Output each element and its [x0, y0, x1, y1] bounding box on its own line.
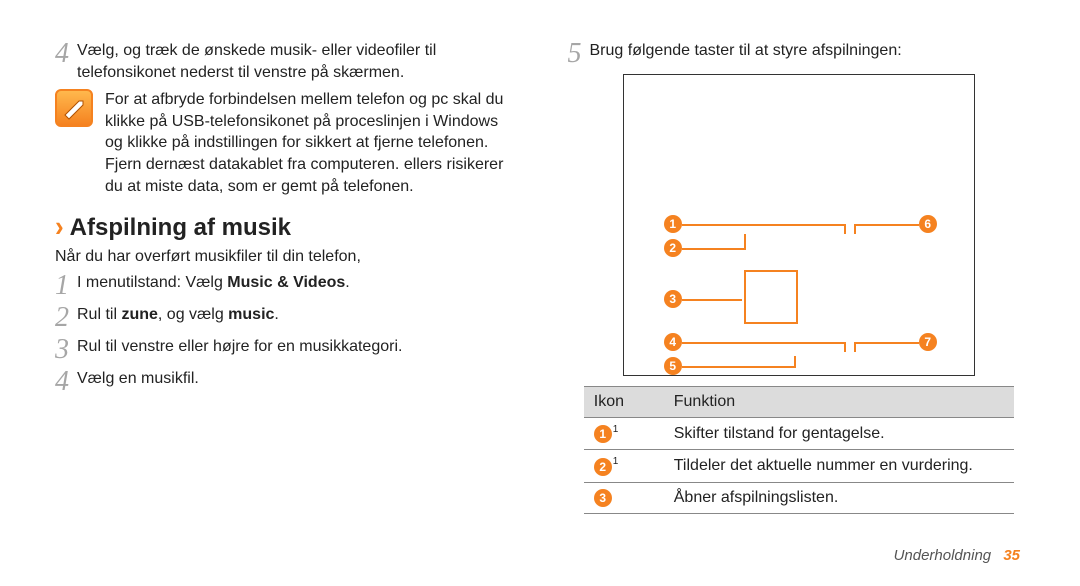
- callout-7: 7: [919, 333, 937, 351]
- leader-1: [682, 224, 844, 226]
- t: zune: [121, 306, 157, 323]
- callout-3: 3: [664, 290, 682, 308]
- t: .: [345, 274, 349, 291]
- t: Music & Videos: [227, 274, 345, 291]
- leader-6: [854, 224, 919, 226]
- t: Rul til: [77, 306, 121, 323]
- footnote-1a: 1: [613, 424, 619, 435]
- leader-3: [682, 299, 742, 301]
- th-icon: Ikon: [584, 387, 664, 418]
- footnote-1b: 1: [613, 456, 619, 467]
- cell-icon-1: 11: [584, 418, 664, 450]
- icon-function-table: Ikon Funktion 11 Skifter tilstand for ge…: [584, 386, 1014, 514]
- page-footer: Underholdning 35: [894, 547, 1020, 564]
- step-number-1: 1: [55, 272, 77, 300]
- cell-icon-3: 3: [584, 482, 664, 513]
- step-4-row: 4 Vælg, og træk de ønskede musik- eller …: [55, 40, 518, 83]
- diagram-wrap: 1 2 3 4 5 6 7: [568, 74, 1031, 376]
- leader-4: [682, 342, 844, 344]
- cell-func-1: Skifter tilstand for gentagelse.: [664, 418, 1014, 450]
- leader-7: [854, 342, 919, 344]
- step-2-row: 2 Rul til zune, og vælg music.: [55, 304, 518, 332]
- step-3-row: 3 Rul til venstre eller højre for en mus…: [55, 336, 518, 364]
- step-1-text: I menutilstand: Vælg Music & Videos.: [77, 272, 518, 294]
- step-number-2: 2: [55, 304, 77, 332]
- leader-6v: [854, 224, 856, 234]
- left-column: 4 Vælg, og træk de ønskede musik- eller …: [55, 40, 518, 514]
- player-diagram: 1 2 3 4 5 6 7: [623, 74, 975, 376]
- t: .: [274, 306, 278, 323]
- cell-func-2: Tildeler det aktuelle nummer en vurderin…: [664, 450, 1014, 482]
- leader-1v: [844, 224, 846, 234]
- art-box: [744, 270, 798, 324]
- step-3-text: Rul til venstre eller højre for en musik…: [77, 336, 518, 358]
- cell-func-3: Åbner afspilningslisten.: [664, 482, 1014, 513]
- step-4b-text: Vælg en musikfil.: [77, 368, 518, 390]
- callout-5: 5: [664, 357, 682, 375]
- table-row: 11 Skifter tilstand for gentagelse.: [584, 418, 1014, 450]
- section-header: › Afspilning af musik: [55, 211, 518, 242]
- footer-page-number: 35: [1003, 547, 1020, 564]
- step-number-4: 4: [55, 40, 77, 68]
- badge-1: 1: [594, 425, 612, 443]
- table-row: 21 Tildeler det aktuelle nummer en vurde…: [584, 450, 1014, 482]
- callout-4: 4: [664, 333, 682, 351]
- leader-2v: [744, 234, 746, 250]
- step-4b-row: 4 Vælg en musikfil.: [55, 368, 518, 396]
- page: 4 Vælg, og træk de ønskede musik- eller …: [0, 0, 1080, 514]
- step-number-3: 3: [55, 336, 77, 364]
- info-note: For at afbryde forbindelsen mellem telef…: [55, 89, 518, 197]
- cell-icon-2: 21: [584, 450, 664, 482]
- table-header-row: Ikon Funktion: [584, 387, 1014, 418]
- leader-7v: [854, 342, 856, 352]
- footer-section: Underholdning: [894, 547, 992, 564]
- leader-5: [682, 366, 794, 368]
- leader-4v: [844, 342, 846, 352]
- right-column: 5 Brug følgende taster til at styre afsp…: [568, 40, 1031, 514]
- section-intro: Når du har overført musikfiler til din t…: [55, 246, 518, 268]
- step-5-text: Brug følgende taster til at styre afspil…: [590, 40, 1031, 62]
- table-row: 3 Åbner afspilningslisten.: [584, 482, 1014, 513]
- note-text: For at afbryde forbindelsen mellem telef…: [105, 89, 518, 197]
- leader-5v: [794, 356, 796, 368]
- step-2-text: Rul til zune, og vælg music.: [77, 304, 518, 326]
- badge-2: 2: [594, 458, 612, 476]
- t: music: [228, 306, 274, 323]
- callout-6: 6: [919, 215, 937, 233]
- callout-2: 2: [664, 239, 682, 257]
- th-func: Funktion: [664, 387, 1014, 418]
- step-1-row: 1 I menutilstand: Vælg Music & Videos.: [55, 272, 518, 300]
- leader-2: [682, 248, 744, 250]
- note-icon: [55, 89, 93, 127]
- section-title: Afspilning af musik: [70, 214, 291, 242]
- chevron-icon: ›: [55, 210, 64, 244]
- t: , og vælg: [158, 306, 228, 323]
- step-number-4b: 4: [55, 368, 77, 396]
- step-4-text: Vælg, og træk de ønskede musik- eller vi…: [77, 40, 518, 83]
- callout-1: 1: [664, 215, 682, 233]
- step-5-row: 5 Brug følgende taster til at styre afsp…: [568, 40, 1031, 68]
- step-number-5: 5: [568, 40, 590, 68]
- badge-3: 3: [594, 489, 612, 507]
- t: I menutilstand: Vælg: [77, 274, 227, 291]
